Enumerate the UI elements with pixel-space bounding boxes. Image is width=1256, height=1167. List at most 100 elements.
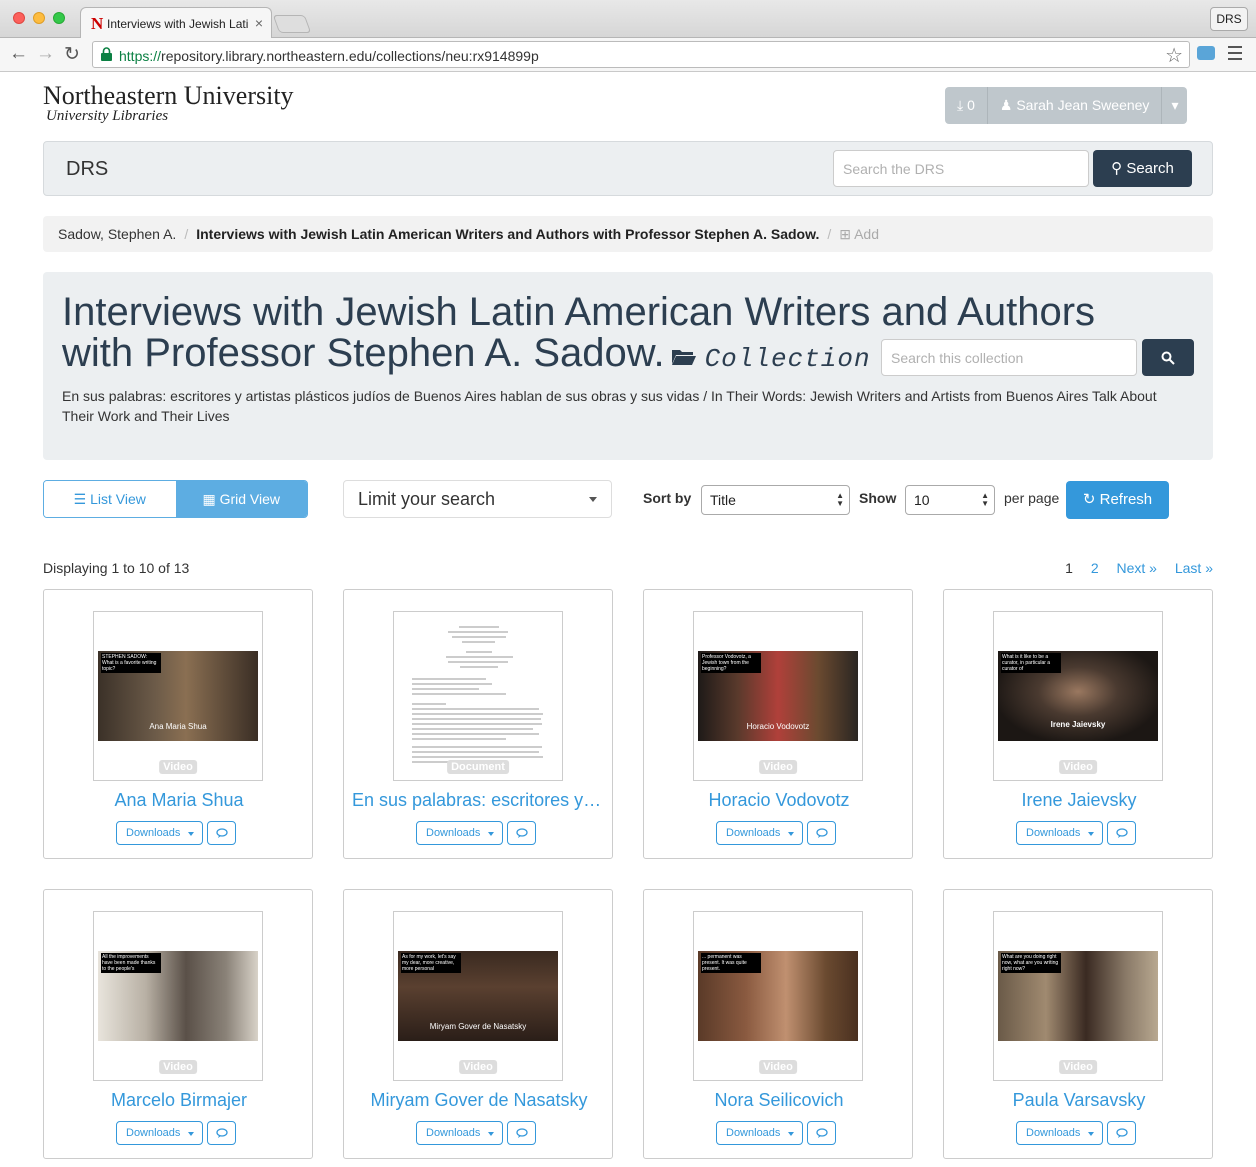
download-icon: ⤓ xyxy=(957,97,964,113)
browser-menu-icon[interactable] xyxy=(1228,46,1242,64)
minimize-window-button[interactable] xyxy=(33,12,45,24)
downloads-dropdown[interactable]: Downloads xyxy=(116,1121,203,1145)
address-bar[interactable]: https://repository.library.northeastern.… xyxy=(92,41,1190,68)
download-queue-button[interactable]: ⤓ 0 xyxy=(945,87,988,124)
type-badge: Video xyxy=(159,760,197,774)
result-card: ... permanent was present. It was quite … xyxy=(643,889,913,1159)
refresh-label: Refresh xyxy=(1099,491,1153,508)
tab-title: Interviews with Jewish Lati xyxy=(107,17,249,31)
comment-button[interactable] xyxy=(807,1121,836,1145)
collection-search-input[interactable] xyxy=(881,339,1137,376)
browser-toolbar: ← → ↻ https://repository.library.northea… xyxy=(0,38,1256,72)
downloads-dropdown[interactable]: Downloads xyxy=(1016,1121,1103,1145)
caret-down-icon xyxy=(188,1132,194,1136)
forward-arrow-icon[interactable]: → xyxy=(36,43,55,65)
downloads-dropdown[interactable]: Downloads xyxy=(116,821,203,845)
northeastern-favicon-icon: N xyxy=(91,14,104,33)
collection-search-button[interactable] xyxy=(1142,339,1194,376)
page-next-link[interactable]: Next » xyxy=(1117,560,1157,576)
bookmark-star-icon[interactable]: ☆ xyxy=(1165,43,1183,68)
video-caption: Professor Vodovotz, a Jewish town from t… xyxy=(701,653,761,673)
grid-view-button[interactable]: ▦ Grid View xyxy=(175,481,307,517)
profile-button[interactable]: DRS xyxy=(1210,7,1248,31)
refresh-button[interactable]: ↻ Refresh xyxy=(1066,481,1169,519)
university-logo[interactable]: Northeastern University xyxy=(43,81,294,111)
downloads-label: Downloads xyxy=(426,827,481,839)
comment-button[interactable] xyxy=(807,821,836,845)
comments-icon xyxy=(216,1128,228,1138)
sort-select[interactable]: Title ▲ ▼ xyxy=(701,485,850,515)
item-title-link[interactable]: Ana Maria Shua xyxy=(52,790,306,811)
video-thumbnail[interactable]: STEPHEN SADOW: What is a favorite writin… xyxy=(93,611,263,781)
reload-icon[interactable]: ↻ xyxy=(64,43,80,66)
video-thumbnail[interactable]: ... permanent was present. It was quite … xyxy=(693,911,863,1081)
video-thumbnail[interactable]: All the improvements have been made than… xyxy=(93,911,263,1081)
search-button-label: Search xyxy=(1126,160,1174,177)
item-title-link[interactable]: Horacio Vodovotz xyxy=(652,790,906,811)
document-page-preview xyxy=(412,626,546,766)
item-title-link[interactable]: Miryam Gover de Nasatsky xyxy=(352,1090,606,1111)
page-link-2[interactable]: 2 xyxy=(1091,560,1099,576)
user-dropdown-toggle[interactable]: ▾ xyxy=(1162,87,1188,124)
downloads-dropdown[interactable]: Downloads xyxy=(416,1121,503,1145)
item-title-link[interactable]: Paula Varsavsky xyxy=(952,1090,1206,1111)
video-thumbnail[interactable]: Professor Vodovotz, a Jewish town from t… xyxy=(693,611,863,781)
downloads-dropdown[interactable]: Downloads xyxy=(416,821,503,845)
video-caption: What is it like to be a curator, in part… xyxy=(1001,653,1061,673)
close-window-button[interactable] xyxy=(13,12,25,24)
list-view-label: List View xyxy=(90,491,146,507)
item-title-link[interactable]: En sus palabras: escritores y … xyxy=(352,790,606,811)
comment-button[interactable] xyxy=(1107,821,1136,845)
downloads-dropdown[interactable]: Downloads xyxy=(716,821,803,845)
list-view-button[interactable]: ☰ List View xyxy=(44,481,176,517)
downloads-label: Downloads xyxy=(726,827,781,839)
collection-header: Interviews with Jewish Latin American Wr… xyxy=(43,272,1213,460)
caret-down-icon xyxy=(589,497,597,502)
item-title-link[interactable]: Nora Seilicovich xyxy=(652,1090,906,1111)
folder-open-icon xyxy=(671,350,696,365)
comment-button[interactable] xyxy=(1107,1121,1136,1145)
tab-close-icon[interactable]: × xyxy=(255,15,263,31)
item-title-link[interactable]: Irene Jaievsky xyxy=(952,790,1206,811)
breadcrumb-parent-link[interactable]: Sadow, Stephen A. xyxy=(58,226,176,242)
comment-button[interactable] xyxy=(207,1121,236,1145)
type-badge: Video xyxy=(759,760,797,774)
comment-button[interactable] xyxy=(507,1121,536,1145)
back-arrow-icon[interactable]: ← xyxy=(9,43,28,65)
result-card: What is it like to be a curator, in part… xyxy=(943,589,1213,859)
user-menu-button[interactable]: ♟ Sarah Jean Sweeney xyxy=(987,87,1163,124)
limit-search-dropdown[interactable]: Limit your search xyxy=(343,480,612,518)
add-label: Add xyxy=(854,226,880,242)
type-badge: Video xyxy=(159,1060,197,1074)
page-last-link[interactable]: Last » xyxy=(1175,560,1213,576)
video-thumbnail[interactable]: As for my work, let's say my dear, more … xyxy=(393,911,563,1081)
caret-down-icon xyxy=(188,832,194,836)
video-name-overlay: Horacio Vodovotz xyxy=(746,722,810,731)
camera-extension-icon[interactable] xyxy=(1197,46,1215,60)
item-title-link[interactable]: Marcelo Birmajer xyxy=(52,1090,306,1111)
downloads-dropdown[interactable]: Downloads xyxy=(716,1121,803,1145)
drs-search-input[interactable] xyxy=(833,150,1089,187)
drs-home-link[interactable]: DRS xyxy=(66,158,108,181)
new-tab-button[interactable] xyxy=(272,15,312,33)
lock-icon xyxy=(101,47,112,61)
video-thumbnail[interactable]: What is it like to be a curator, in part… xyxy=(993,611,1163,781)
browser-tab[interactable]: N Interviews with Jewish Lati × xyxy=(80,7,272,39)
video-caption: All the improvements have been made than… xyxy=(101,953,161,973)
breadcrumb-separator: / xyxy=(827,226,832,242)
comment-button[interactable] xyxy=(207,821,236,845)
limit-search-label: Limit your search xyxy=(358,489,496,509)
downloads-dropdown[interactable]: Downloads xyxy=(1016,821,1103,845)
breadcrumb-add-link[interactable]: ⊞ Add xyxy=(839,226,879,242)
document-thumbnail[interactable]: Document xyxy=(393,611,563,781)
collection-description: En sus palabras: escritores y artistas p… xyxy=(62,388,1157,424)
video-name-overlay: Ana Maria Shua xyxy=(149,722,207,731)
comment-button[interactable] xyxy=(507,821,536,845)
refresh-icon: ↻ xyxy=(1082,491,1096,508)
per-page-select[interactable]: 10 ▲ ▼ xyxy=(905,485,995,515)
zoom-window-button[interactable] xyxy=(53,12,65,24)
drs-search-button[interactable]: ⚲ Search xyxy=(1093,150,1192,187)
video-thumbnail[interactable]: What are you doing right now, what are y… xyxy=(993,911,1163,1081)
collection-type-label: Collection xyxy=(704,344,871,374)
results-count: Displaying 1 to 10 of 13 xyxy=(43,560,190,576)
